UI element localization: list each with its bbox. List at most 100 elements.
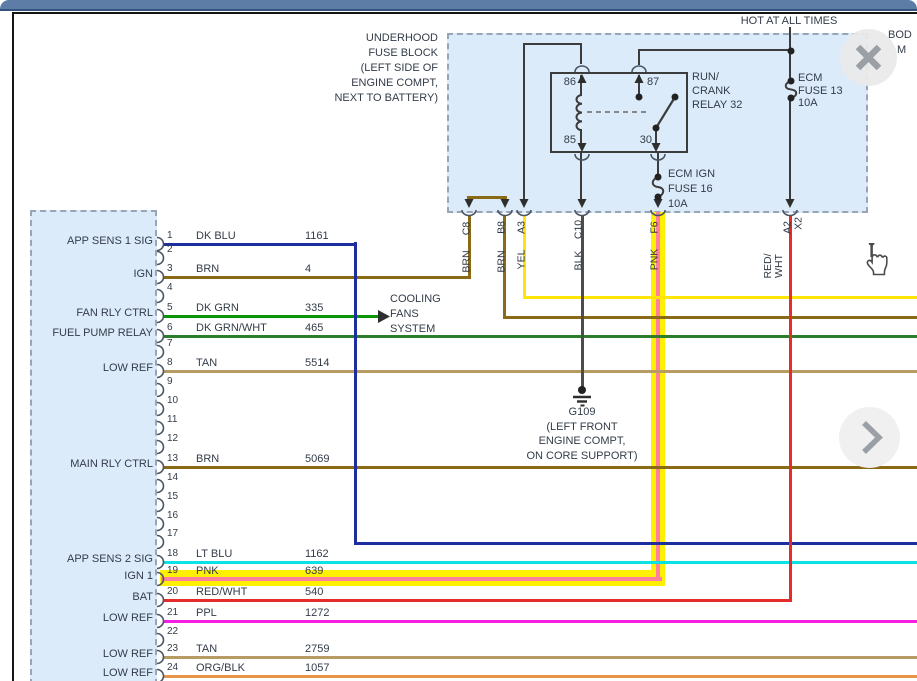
wire-row-6 — [163, 335, 917, 338]
diagram-frame-left — [12, 12, 14, 681]
wire-color-label: PPL — [196, 607, 217, 620]
block-wire-color-label: PNK — [650, 230, 661, 290]
pin-number: 18 — [167, 548, 178, 559]
pin-bracket — [157, 403, 164, 416]
pin-number: 9 — [167, 376, 173, 387]
pin-function-label: LOW REF — [33, 612, 153, 625]
chevron-right-icon — [839, 407, 900, 468]
relay-pin-30-label: 30 — [628, 134, 652, 147]
redwht-540-vertical — [789, 216, 792, 601]
circuit-number-label: 639 — [305, 565, 323, 578]
clipped-right-label-2: M — [897, 44, 906, 57]
pin-bracket — [157, 480, 164, 493]
pin-number: 4 — [167, 282, 173, 293]
pin-number: 22 — [167, 626, 178, 637]
pin-number: 24 — [167, 662, 178, 673]
pin-number: 7 — [167, 338, 173, 349]
circuit-line — [638, 50, 640, 65]
ecm-ign-fuse-16-label: ECM IGN FUSE 16 10A — [668, 167, 715, 212]
dkblu-1161-horizontal — [354, 542, 917, 545]
pin-function-label: BAT — [33, 591, 153, 604]
circuit-number-label: 335 — [305, 302, 323, 315]
pin-number: 8 — [167, 357, 173, 368]
circuit-line — [657, 153, 659, 177]
circuit-line — [655, 128, 657, 145]
circuit-number-label: 4 — [305, 263, 311, 276]
pin-bracket — [157, 346, 164, 359]
pin-bracket — [157, 290, 164, 303]
cooling-fans-arrow — [378, 310, 390, 323]
wire-row-20 — [163, 599, 792, 602]
pin-function-label: IGN 1 — [33, 570, 153, 583]
pin-number: 12 — [167, 433, 178, 444]
pin-number: 15 — [167, 491, 178, 502]
pin-function-label: APP SENS 2 SIG — [33, 553, 153, 566]
wire-color-label: DK BLU — [196, 230, 236, 243]
wire-color-label: PNK — [196, 565, 219, 578]
pin-bracket — [157, 634, 164, 647]
wire-color-label: DK GRN/WHT — [196, 322, 267, 335]
wire-color-label: BRN — [196, 263, 219, 276]
pin-number: 10 — [167, 395, 178, 406]
pin-number: 2 — [167, 244, 173, 255]
relay-pin-86-label: 86 — [550, 76, 576, 89]
circuit-line — [638, 49, 790, 51]
pin-bracket — [157, 422, 164, 435]
circuit-line — [580, 43, 582, 64]
relay-name-label: RUN/ CRANK RELAY 32 — [692, 70, 742, 112]
wire-color-label: TAN — [196, 643, 217, 656]
circuit-number-label: 5514 — [305, 357, 329, 370]
window-title-bar[interactable] — [0, 0, 917, 11]
wire-color-label: ORG/BLK — [196, 662, 245, 675]
block-connector-id-label: X2 — [794, 194, 805, 254]
pin-bracket — [157, 536, 164, 549]
relay-pin-85-label: 85 — [550, 134, 576, 147]
circuit-number-label: 1161 — [305, 230, 329, 243]
pin-number: 20 — [167, 586, 178, 597]
wire-row-8 — [163, 370, 917, 373]
block-wire-color-label: BRN — [462, 232, 473, 292]
pin-number: 16 — [167, 510, 178, 521]
circuit-number-label: 465 — [305, 322, 323, 335]
pnk-639-wire-horizontal — [161, 577, 662, 581]
circuit-number-label: 1162 — [305, 548, 329, 561]
pin-bracket — [157, 384, 164, 397]
wire-row-23 — [163, 656, 917, 659]
pin-bracket — [157, 252, 164, 265]
pin-number: 6 — [167, 322, 173, 333]
wire-color-label: DK GRN — [196, 302, 239, 315]
pin-number: 14 — [167, 472, 178, 483]
pin-function-label: LOW REF — [33, 362, 153, 375]
pin-function-label: APP SENS 1 SIG — [33, 235, 153, 248]
pin-bracket — [157, 518, 164, 531]
pin-function-label: IGN — [33, 268, 153, 281]
circuit-number-label: 5069 — [305, 453, 329, 466]
pin-number: 23 — [167, 643, 178, 654]
pin-function-label: LOW REF — [33, 667, 153, 680]
pin-number: 3 — [167, 263, 173, 274]
ground-g109-label: G109 (LEFT FRONT ENGINE COMPT, ON CORE S… — [497, 405, 667, 463]
circuit-number-label: 1272 — [305, 607, 329, 620]
ecm-fuse-13-label: ECM FUSE 13 10A — [798, 72, 843, 110]
wire-row-18 — [163, 561, 917, 564]
relay-pin-87-label: 87 — [647, 76, 659, 89]
wire-row-24 — [163, 675, 917, 678]
pin-number: 1 — [167, 230, 173, 241]
pin-number: 19 — [167, 565, 178, 576]
circuit-line — [523, 43, 525, 200]
circuit-number-label: 540 — [305, 586, 323, 599]
circuit-number-label: 2759 — [305, 643, 329, 656]
circuit-line — [580, 75, 582, 96]
block-wire-color-label: BLK — [574, 231, 585, 291]
pin-function-label: MAIN RLY CTRL — [33, 458, 153, 471]
next-diagram-button[interactable] — [839, 407, 900, 468]
circuit-line — [638, 75, 640, 97]
underhood-fuse-block-label: UNDERHOOD FUSE BLOCK (LEFT SIDE OF ENGIN… — [318, 31, 438, 106]
circuit-line — [789, 51, 791, 81]
brn-wire-horizontal — [503, 316, 917, 319]
pin-number: 17 — [167, 528, 178, 539]
close-button[interactable] — [840, 29, 897, 86]
circuit-number-label: 1057 — [305, 662, 329, 675]
pin-number: 11 — [167, 414, 177, 425]
wire-row-13 — [163, 466, 917, 469]
